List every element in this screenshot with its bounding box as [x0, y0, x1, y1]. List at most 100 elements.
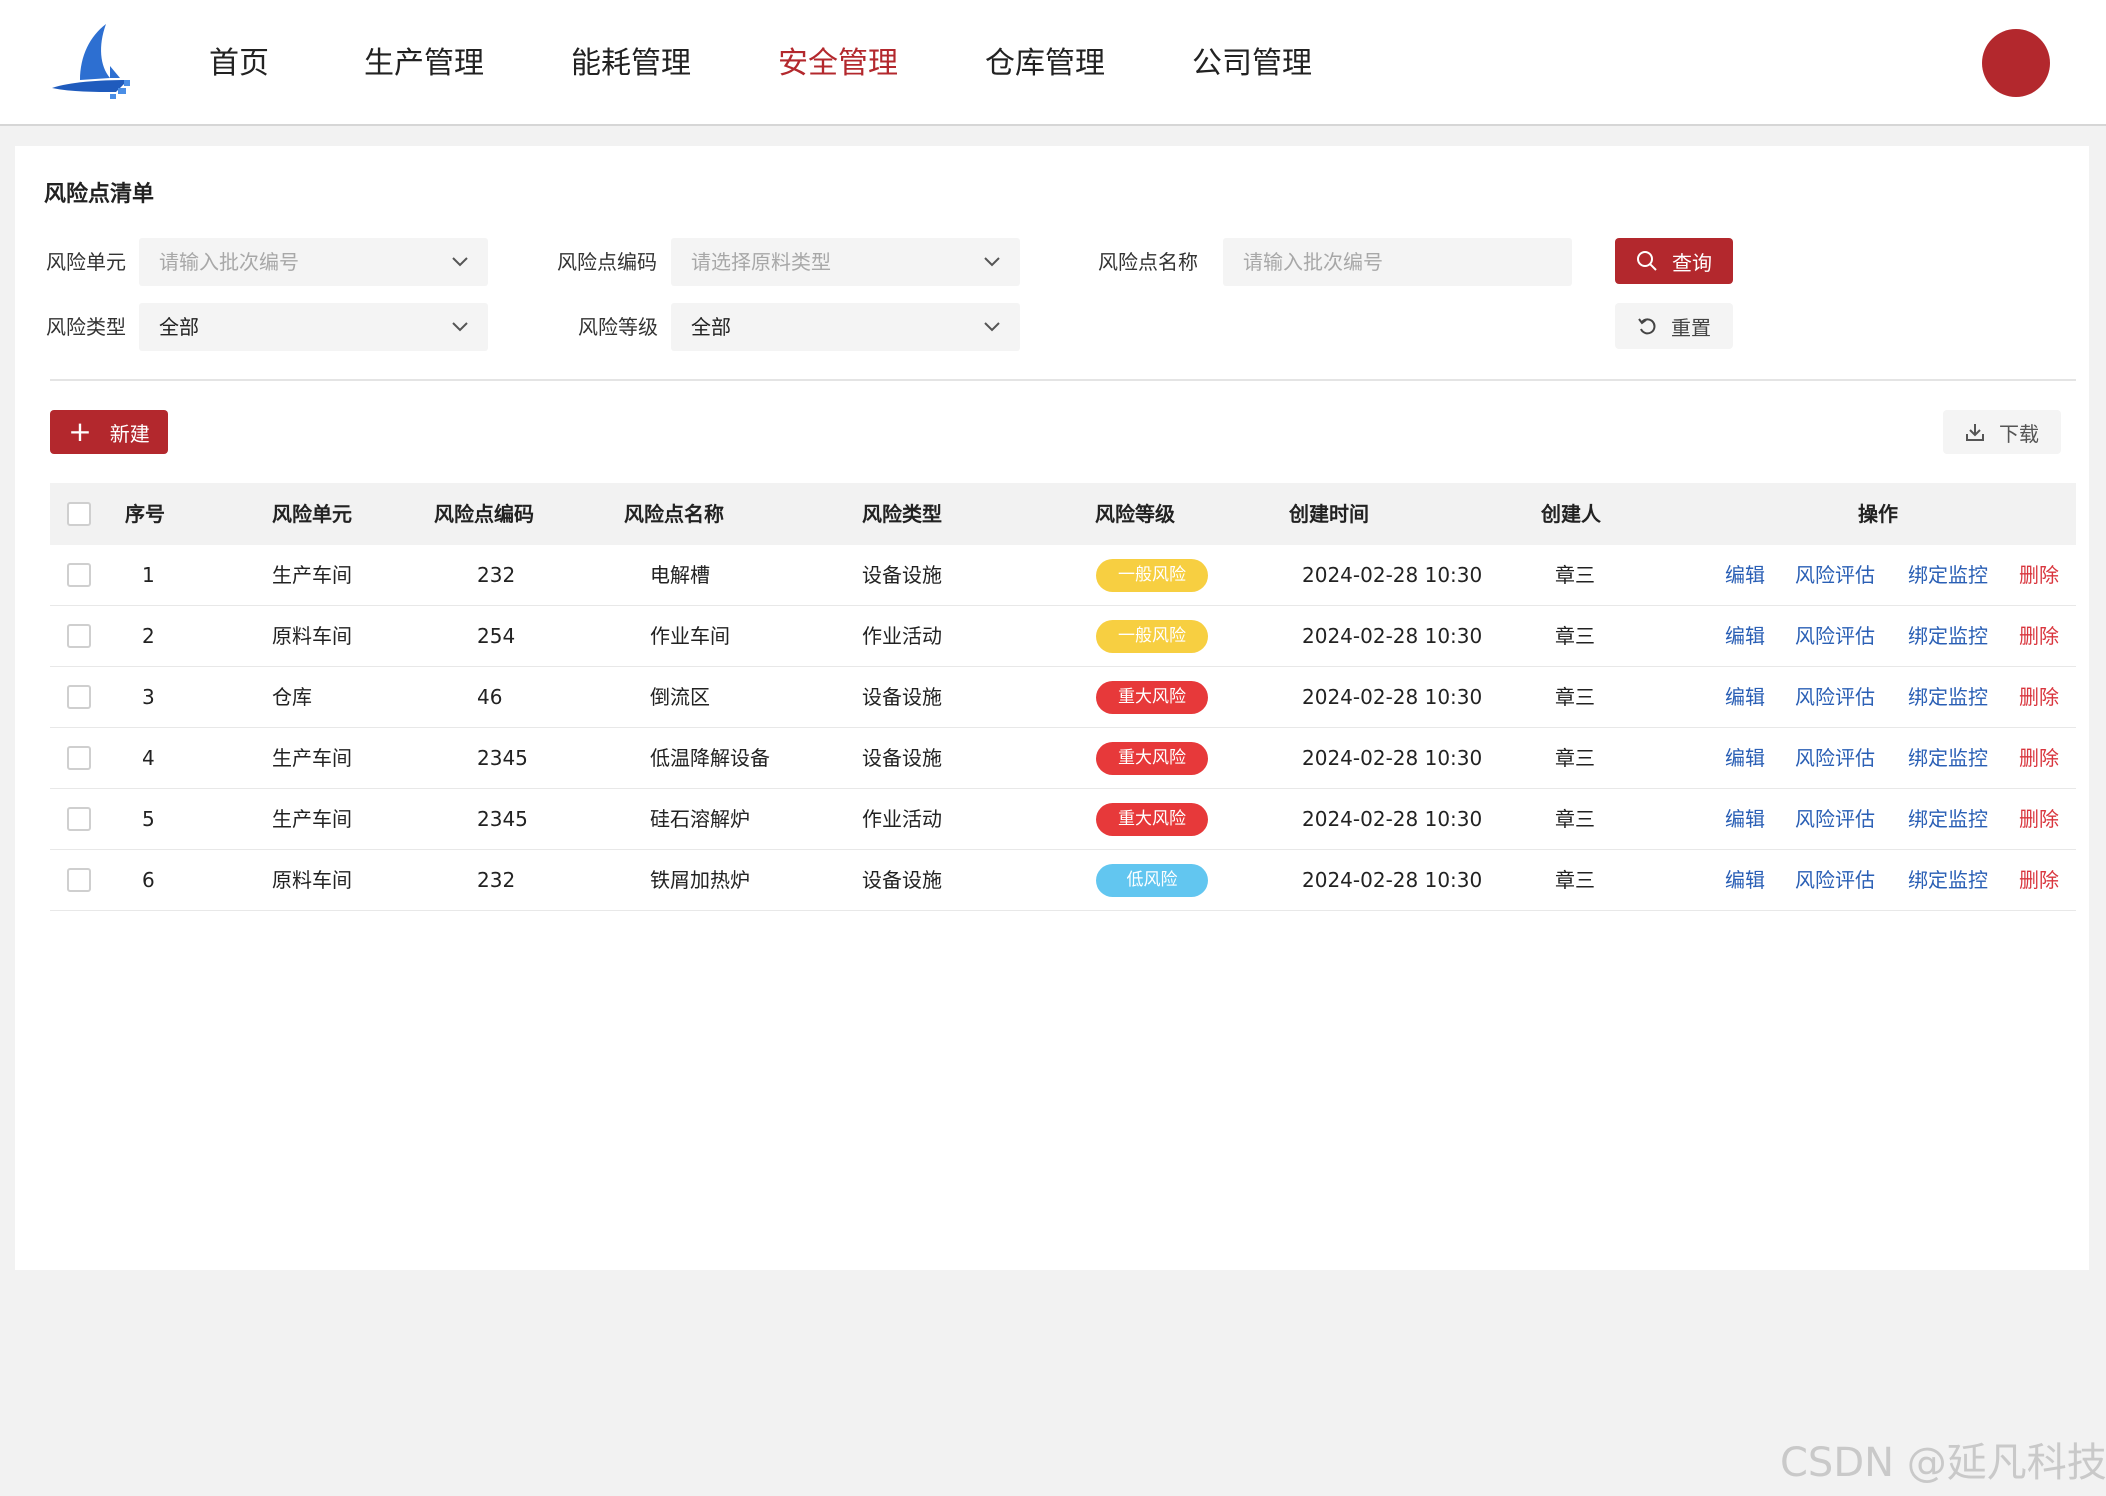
cell-created-time: 2024-02-28 10:30 [1302, 563, 1483, 587]
delete-link[interactable]: 删除 [2019, 545, 2059, 606]
cell-created-time: 2024-02-28 10:30 [1302, 807, 1483, 831]
risk-unit-select[interactable]: 请输入批次编号 [139, 238, 488, 286]
risk-unit-label: 风险单元 [46, 250, 126, 274]
cell-risk-type: 作业活动 [862, 624, 942, 648]
query-label: 查询 [1672, 250, 1712, 275]
cell-risk-code: 232 [477, 868, 516, 892]
cell-risk-name: 硅石溶解炉 [650, 807, 750, 831]
risk-code-label: 风险点编码 [557, 250, 657, 274]
col-created-time: 创建时间 [1289, 502, 1369, 526]
cell-creator: 章三 [1555, 868, 1595, 892]
risk-assess-link[interactable]: 风险评估 [1795, 850, 1875, 911]
cell-index: 6 [142, 868, 155, 892]
new-button[interactable]: + 新建 [50, 410, 168, 454]
chevron-down-icon [452, 257, 468, 267]
table-row: 4 生产车间 2345 低温降解设备 设备设施 2024-02-28 10:30 章三 重大风… [50, 728, 2076, 789]
col-risk-name: 风险点名称 [624, 502, 724, 526]
delete-link[interactable]: 删除 [2019, 667, 2059, 728]
bind-monitor-link[interactable]: 绑定监控 [1908, 545, 1988, 606]
search-icon [1637, 251, 1657, 271]
risk-level-badge: 重大风险 [1096, 803, 1208, 836]
nav-home[interactable]: 首页 [209, 40, 269, 88]
download-label: 下载 [1999, 421, 2039, 446]
cell-risk-unit: 生产车间 [272, 746, 352, 770]
delete-link[interactable]: 删除 [2019, 850, 2059, 911]
nav-energy[interactable]: 能耗管理 [571, 40, 691, 88]
cell-risk-unit: 生产车间 [272, 563, 352, 587]
new-label: 新建 [109, 421, 150, 446]
nav-warehouse[interactable]: 仓库管理 [985, 40, 1105, 88]
bind-monitor-link[interactable]: 绑定监控 [1908, 667, 1988, 728]
cell-risk-code: 2345 [477, 746, 528, 770]
table-row: 3 仓库 46 倒流区 设备设施 2024-02-28 10:30 章三 重大风险 编辑 风险评估… [50, 667, 2076, 728]
row-checkbox[interactable] [67, 746, 91, 770]
risk-type-value: 全部 [159, 315, 199, 339]
risk-code-select[interactable]: 请选择原料类型 [671, 238, 1020, 286]
user-avatar[interactable] [1982, 29, 2050, 97]
cell-index: 4 [142, 746, 155, 770]
row-checkbox[interactable] [67, 807, 91, 831]
edit-link[interactable]: 编辑 [1725, 850, 1765, 911]
risk-assess-link[interactable]: 风险评估 [1795, 728, 1875, 789]
cell-risk-type: 设备设施 [862, 746, 942, 770]
nav-safety[interactable]: 安全管理 [778, 40, 898, 88]
risk-assess-link[interactable]: 风险评估 [1795, 667, 1875, 728]
table-header: 序号 风险单元 风险点编码 风险点名称 风险类型 风险等级 创建时间 创建人 操… [50, 483, 2076, 545]
risk-name-placeholder: 请输入批次编号 [1243, 250, 1383, 274]
logo-icon[interactable] [50, 22, 134, 100]
risk-level-select[interactable]: 全部 [671, 303, 1020, 351]
bind-monitor-link[interactable]: 绑定监控 [1908, 728, 1988, 789]
row-checkbox[interactable] [67, 685, 91, 709]
cell-risk-code: 232 [477, 563, 516, 587]
risk-name-label: 风险点名称 [1098, 250, 1198, 274]
reset-button[interactable]: 重置 [1615, 303, 1733, 349]
nav-company[interactable]: 公司管理 [1192, 40, 1312, 88]
edit-link[interactable]: 编辑 [1725, 606, 1765, 667]
cell-risk-code: 254 [477, 624, 516, 648]
col-risk-level: 风险等级 [1095, 502, 1175, 526]
delete-link[interactable]: 删除 [2019, 789, 2059, 850]
cell-risk-type: 设备设施 [862, 868, 942, 892]
edit-link[interactable]: 编辑 [1725, 545, 1765, 606]
row-checkbox[interactable] [67, 563, 91, 587]
risk-type-select[interactable]: 全部 [139, 303, 488, 351]
row-checkbox[interactable] [67, 868, 91, 892]
risk-assess-link[interactable]: 风险评估 [1795, 545, 1875, 606]
cell-creator: 章三 [1555, 624, 1595, 648]
col-risk-type: 风险类型 [862, 502, 942, 526]
bind-monitor-link[interactable]: 绑定监控 [1908, 606, 1988, 667]
download-button[interactable]: 下载 [1943, 410, 2061, 454]
delete-link[interactable]: 删除 [2019, 728, 2059, 789]
reset-label: 重置 [1671, 315, 1711, 340]
risk-list-panel: 风险点清单 风险单元 请输入批次编号 风险点编码 请选择原料类型 风险点名称 请… [15, 146, 2089, 1270]
risk-level-badge: 低风险 [1096, 864, 1208, 897]
cell-creator: 章三 [1555, 685, 1595, 709]
chevron-down-icon [984, 322, 1000, 332]
col-actions: 操作 [1858, 502, 1898, 526]
edit-link[interactable]: 编辑 [1725, 667, 1765, 728]
risk-assess-link[interactable]: 风险评估 [1795, 789, 1875, 850]
cell-risk-code: 2345 [477, 807, 528, 831]
bind-monitor-link[interactable]: 绑定监控 [1908, 850, 1988, 911]
row-checkbox[interactable] [67, 624, 91, 648]
table-row: 2 原料车间 254 作业车间 作业活动 2024-02-28 10:30 章三 一般风险 编辑… [50, 606, 2076, 667]
chevron-down-icon [452, 322, 468, 332]
risk-type-label: 风险类型 [46, 315, 126, 339]
delete-link[interactable]: 删除 [2019, 606, 2059, 667]
risk-name-input[interactable]: 请输入批次编号 [1223, 238, 1572, 286]
risk-level-badge: 一般风险 [1096, 559, 1208, 592]
edit-link[interactable]: 编辑 [1725, 789, 1765, 850]
select-all-checkbox[interactable] [67, 502, 91, 526]
risk-level-value: 全部 [691, 315, 731, 339]
cell-risk-unit: 仓库 [272, 685, 312, 709]
cell-risk-unit: 生产车间 [272, 807, 352, 831]
cell-risk-type: 设备设施 [862, 563, 942, 587]
edit-link[interactable]: 编辑 [1725, 728, 1765, 789]
bind-monitor-link[interactable]: 绑定监控 [1908, 789, 1988, 850]
watermark: CSDN @延凡科技 [1780, 1440, 2106, 1486]
refresh-icon [1638, 318, 1656, 335]
top-navbar: 首页 生产管理 能耗管理 安全管理 仓库管理 公司管理 [0, 0, 2106, 126]
nav-production[interactable]: 生产管理 [364, 40, 484, 88]
query-button[interactable]: 查询 [1615, 238, 1733, 284]
risk-assess-link[interactable]: 风险评估 [1795, 606, 1875, 667]
